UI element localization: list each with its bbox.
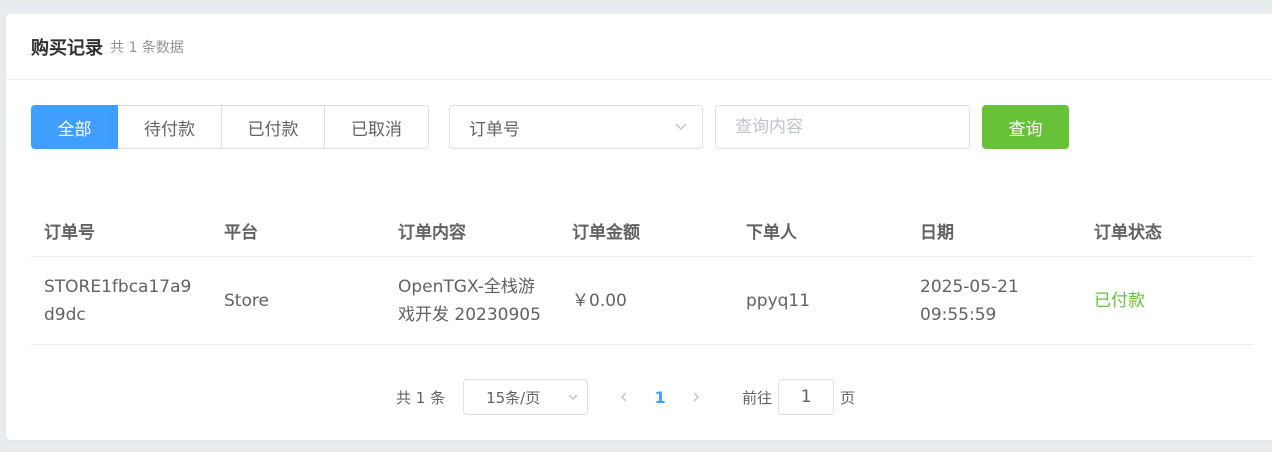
query-button[interactable]: 查询 bbox=[982, 105, 1069, 149]
goto-page-input[interactable] bbox=[778, 379, 835, 415]
order-amount: ￥0.00 bbox=[572, 290, 627, 311]
status-filter-group: 全部 待付款 已付款 已取消 bbox=[31, 105, 429, 149]
platform: Store bbox=[224, 290, 269, 311]
column-header: 订单号 bbox=[44, 223, 95, 243]
column-header: 订单金额 bbox=[572, 223, 640, 243]
page-title: 购买记录 bbox=[31, 37, 103, 59]
tab-paid[interactable]: 已付款 bbox=[221, 105, 325, 149]
column-header: 平台 bbox=[224, 223, 258, 243]
search-input[interactable] bbox=[715, 105, 970, 149]
order-date: 2025-05-21 bbox=[920, 276, 1019, 297]
buyer: ppyq11 bbox=[746, 290, 811, 311]
column-header: 下单人 bbox=[746, 223, 797, 243]
page-size-select[interactable]: 15条/页 bbox=[463, 379, 589, 415]
table-header: 订单号 平台 订单内容 订单金额 下单人 日期 订单状态 bbox=[31, 205, 1254, 257]
page-size-value: 15条/页 bbox=[486, 388, 541, 407]
goto-label: 前往 bbox=[742, 388, 773, 407]
table-row: STORE1fbca17a9d9dc Store OpenTGX-全栈游戏开发 … bbox=[31, 257, 1254, 345]
tab-cancelled[interactable]: 已取消 bbox=[324, 105, 429, 149]
card-header: 购买记录 共 1 条数据 bbox=[6, 14, 1272, 80]
record-count: 共 1 条数据 bbox=[110, 39, 184, 56]
order-datetime: 2025-05-21 09:55:59 bbox=[907, 273, 1081, 329]
pagination-total: 共 1 条 bbox=[396, 388, 446, 407]
chevron-down-icon bbox=[675, 123, 687, 131]
order-content: OpenTGX-全栈游戏开发 20230905 bbox=[398, 276, 541, 325]
status-badge: 已付款 bbox=[1094, 290, 1145, 311]
pagination: 共 1 条 15条/页 1 前往 页 bbox=[396, 379, 855, 415]
page-suffix: 页 bbox=[840, 388, 856, 407]
column-header: 订单状态 bbox=[1094, 223, 1162, 243]
tab-pending[interactable]: 待付款 bbox=[117, 105, 222, 149]
next-page-button[interactable] bbox=[684, 385, 708, 409]
tab-all[interactable]: 全部 bbox=[31, 105, 118, 149]
field-select-value: 订单号 bbox=[469, 119, 520, 140]
chevron-down-icon bbox=[568, 394, 578, 400]
order-number: STORE1fbca17a9d9dc bbox=[44, 276, 192, 325]
page-number[interactable]: 1 bbox=[636, 388, 684, 407]
column-header: 日期 bbox=[920, 223, 954, 243]
purchase-records-card: 购买记录 共 1 条数据 全部 待付款 已付款 已取消 订单号 查询 订单号 平… bbox=[6, 14, 1272, 440]
column-header: 订单内容 bbox=[398, 223, 466, 243]
prev-page-button[interactable] bbox=[612, 385, 636, 409]
order-time: 09:55:59 bbox=[920, 304, 997, 325]
orders-table: 订单号 平台 订单内容 订单金额 下单人 日期 订单状态 STORE1fbca1… bbox=[31, 205, 1254, 345]
chevron-left-icon bbox=[621, 392, 627, 402]
chevron-right-icon bbox=[693, 392, 700, 402]
field-select[interactable]: 订单号 bbox=[449, 105, 703, 149]
